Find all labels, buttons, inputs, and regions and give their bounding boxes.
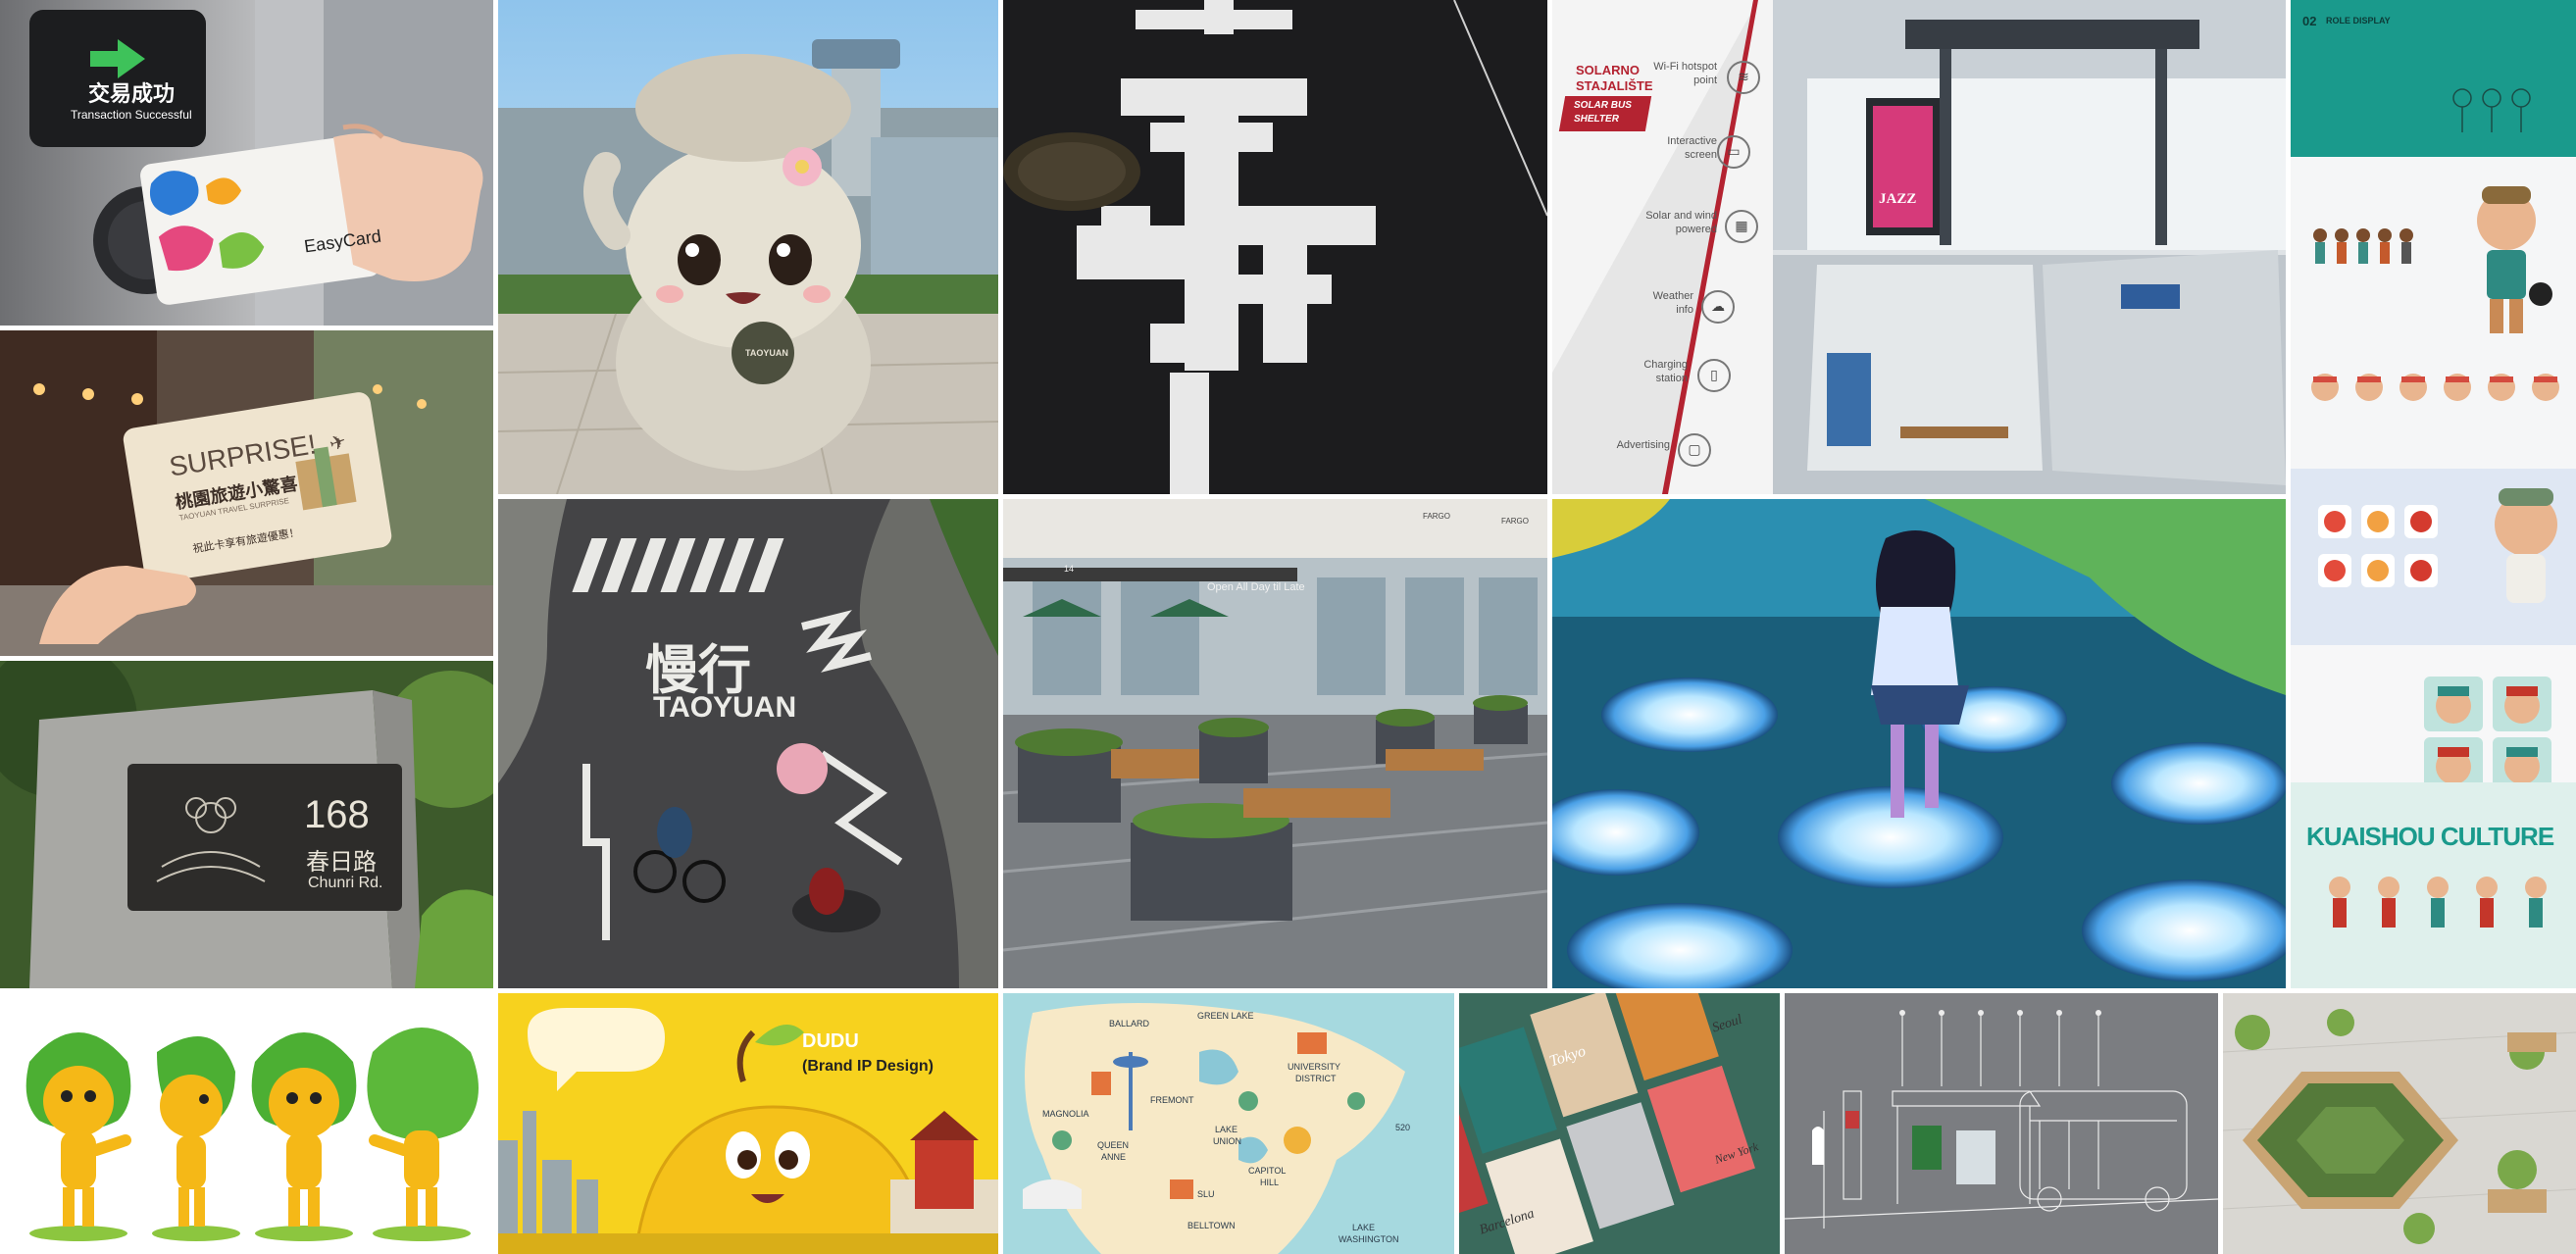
photo-card-terminal: 交易成功 Transaction Successful EasyCard (0, 0, 493, 326)
mascot-turnaround (0, 993, 493, 1254)
road-slow-marking-illustration (498, 499, 998, 988)
feature-label: Interactive (1667, 135, 1717, 147)
road-city-text: TAOYUAN (653, 691, 797, 724)
touch-screen-icon: ▭ (1717, 135, 1750, 169)
map-label: 520 (1395, 1123, 1411, 1132)
city-map-illustration (1003, 993, 1454, 1254)
bus-stop-line-drawing (1785, 993, 2218, 1254)
dudu-brand-banner: DUDU (Brand IP Design) (498, 993, 998, 1254)
card-terminal-illustration (0, 0, 493, 326)
terminal-screen-subtitle: Transaction Successful (71, 108, 192, 122)
brand-name-line-2: STAJALIŠTE (1576, 78, 1653, 93)
map-label: DISTRICT (1295, 1074, 1337, 1083)
photo-map-books: Tokyo Seoul Barcelona New York (1459, 993, 1780, 1254)
bus-stop-line-illustration (1785, 993, 2218, 1254)
mascot-bag-label: TAOYUAN (745, 348, 788, 358)
shelter-poster-text: JAZZ (1879, 191, 1917, 207)
plaque-street-en: Chunri Rd. (308, 875, 383, 891)
map-label: SLU (1197, 1189, 1215, 1199)
map-label: CAPITOL (1248, 1166, 1287, 1176)
map-label: FREMONT (1150, 1095, 1194, 1105)
map-label: UNIVERSITY (1288, 1062, 1341, 1072)
glowing-floor-illustration (1552, 499, 2286, 988)
plaza-planters-illustration (1003, 499, 1547, 988)
mascot-airport-illustration (498, 0, 998, 494)
role-display-sheet: 02 ROLE DISPLAY KUAISHOU CULTURE (2291, 0, 2576, 988)
photo-plaza-aerial (2223, 993, 2576, 1254)
illustrated-city-map: BALLARD GREEN LAKE UNIVERSITY DISTRICT M… (1003, 993, 1454, 1254)
dudu-name: DUDU (802, 1030, 859, 1052)
map-label: MAGNOLIA (1042, 1109, 1089, 1119)
shop-label-1: FARGO (1423, 512, 1451, 521)
dudu-banner-illustration (498, 993, 998, 1254)
map-label: WASHINGTON (1339, 1234, 1399, 1244)
storefront-sign: Open All Day til Late (1207, 581, 1305, 593)
plaque-street-zh: 春日路 (306, 849, 377, 876)
bus-shelter-board-bg (1552, 0, 2286, 494)
sheet-brand-banner: KUAISHOU CULTURE (2306, 822, 2554, 851)
photo-mascot-airport: TAOYUAN (498, 0, 998, 494)
map-label: ANNE (1101, 1152, 1127, 1162)
ad-display-icon: ▢ (1678, 433, 1711, 467)
wifi-icon: ≋ (1727, 61, 1760, 94)
shop-label-2: FARGO (1501, 517, 1530, 526)
photo-plaza-planters: Open All Day til Late FARGO FARGO 14 (1003, 499, 1547, 988)
road-arrows-illustration (1003, 0, 1547, 494)
feature-label: screen (1684, 149, 1717, 161)
feature-label: Solar and wind (1645, 210, 1717, 222)
photo-road-slow-marking: 慢行 TAOYUAN (498, 499, 998, 988)
feature-label: Weather (1652, 290, 1693, 302)
map-label: GREEN LAKE (1197, 1011, 1254, 1021)
plaque-number: 168 (304, 793, 370, 836)
brand-name-line-1: SOLARNO (1576, 63, 1640, 77)
photo-glowing-floor (1552, 499, 2286, 988)
map-label: UNION (1213, 1136, 1241, 1146)
phone-charge-icon: ▯ (1697, 359, 1731, 392)
plaza-aerial-illustration (2223, 993, 2576, 1254)
cloud-icon: ☁ (1701, 290, 1735, 324)
map-label: HILL (1260, 1178, 1280, 1187)
photo-road-arrows (1003, 0, 1547, 494)
map-label: BALLARD (1109, 1019, 1150, 1028)
map-label: BELLTOWN (1187, 1221, 1236, 1230)
address-plaque-illustration (0, 661, 493, 988)
unit-number: 14 (1064, 564, 1075, 574)
bus-shelter-info-board: SOLARNO STAJALIŠTE SOLAR BUS SHELTER Wi-… (1552, 0, 2286, 494)
map-label: LAKE (1352, 1223, 1376, 1232)
photo-surprise-card: SURPRISE! 桃園旅遊小驚喜 TAOYUAN TRAVEL SURPRIS… (0, 330, 493, 656)
feature-label: powered (1675, 224, 1717, 235)
feature-label: Wi-Fi hotspot (1653, 61, 1717, 73)
feature-label: Charging (1643, 359, 1688, 371)
brand-tag-line-1: SOLAR BUS (1574, 100, 1632, 111)
feature-label: station (1655, 373, 1688, 384)
feature-label: info (1676, 304, 1693, 316)
lion-mascot-illustration (25, 1028, 479, 1241)
feature-label: point (1693, 75, 1717, 86)
brand-tag-line-2: SHELTER (1574, 114, 1619, 125)
solar-panel-icon: ▦ (1725, 210, 1758, 243)
map-label: QUEEN (1097, 1140, 1130, 1150)
map-label: LAKE (1215, 1125, 1238, 1134)
dudu-subtitle: (Brand IP Design) (802, 1058, 934, 1075)
feature-label: Advertising (1616, 439, 1670, 451)
photo-address-plaque: 168 春日路 Chunri Rd. (0, 661, 493, 988)
terminal-screen-title: 交易成功 (88, 81, 176, 106)
